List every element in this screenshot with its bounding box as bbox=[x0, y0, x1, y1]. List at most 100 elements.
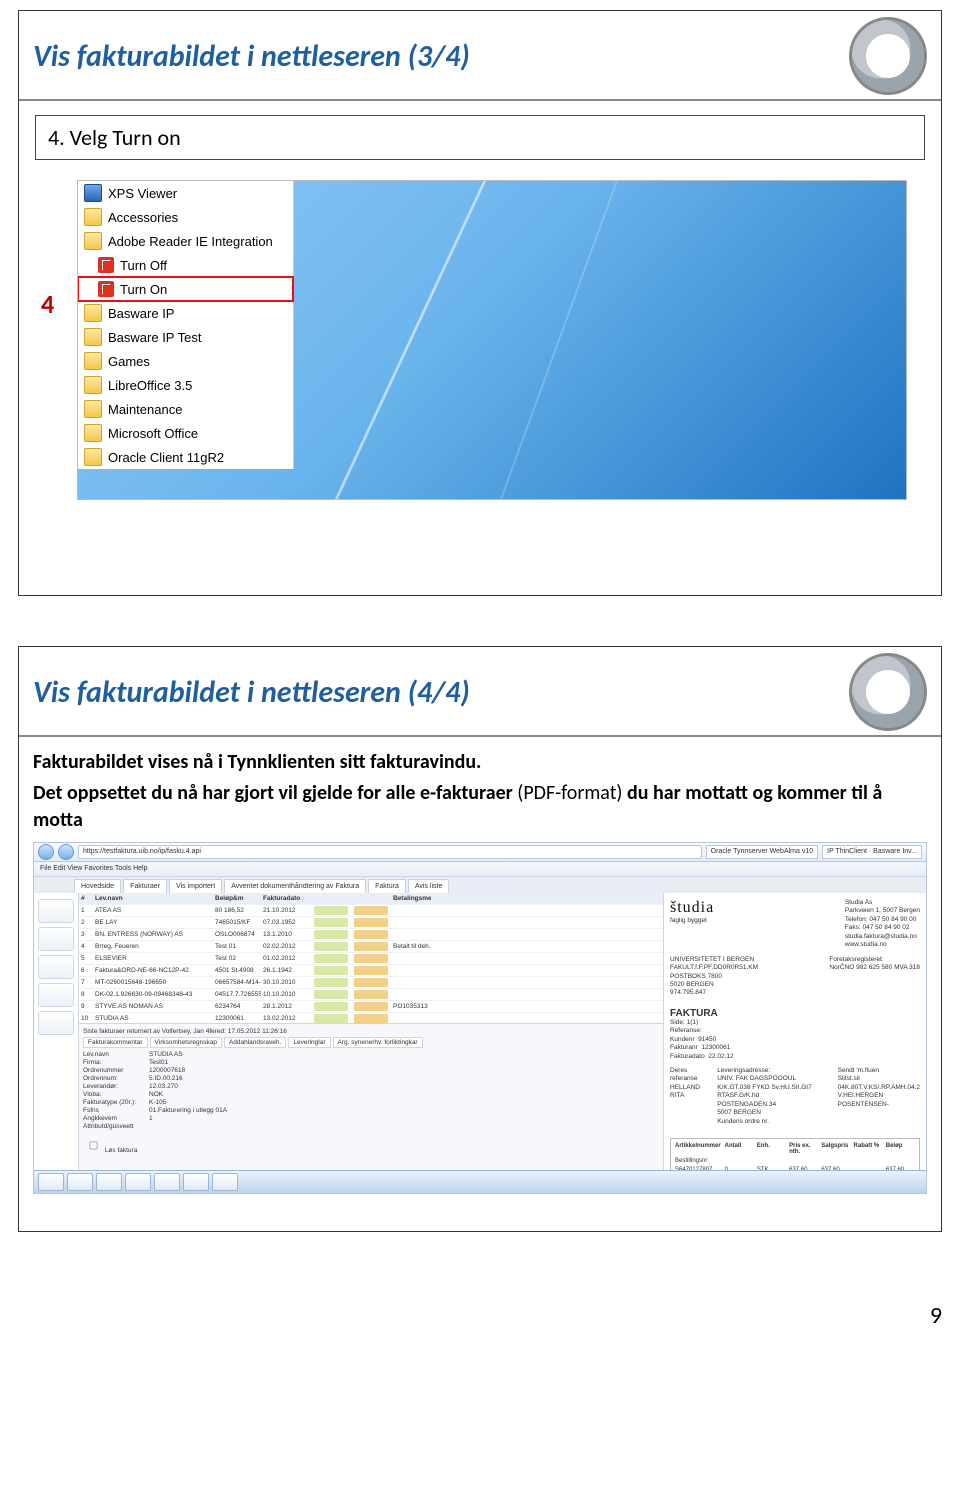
university-logo bbox=[849, 17, 927, 95]
taskbar-item[interactable] bbox=[38, 1173, 64, 1191]
instruction-text: 4. Velg Turn on bbox=[48, 124, 912, 151]
field-label: Lev.navn bbox=[83, 1051, 143, 1058]
detail-tab[interactable]: Arg. synenerhv. forliktingkar bbox=[333, 1037, 423, 1048]
screenshot-row: 4 XPS ViewerAccessoriesAdobe Reader IE I… bbox=[33, 180, 927, 500]
back-button[interactable] bbox=[38, 844, 54, 860]
menu-item-games[interactable]: Games bbox=[78, 349, 293, 373]
pdf-icon bbox=[98, 281, 114, 297]
toolbar-button[interactable] bbox=[38, 955, 74, 979]
field-value: K-105 bbox=[149, 1099, 659, 1106]
menu-item-microsoft-office[interactable]: Microsoft Office bbox=[78, 421, 293, 445]
browser-top: https://testfaktura.uib.no/ip/fasku.4.ap… bbox=[34, 843, 926, 862]
buyer-address: UNIVERSITETET I BERGENFAKULT.f.F.PF.DD0R… bbox=[670, 956, 758, 998]
loose-invoice-checkbox[interactable] bbox=[90, 1142, 98, 1150]
menu-item-adobe-reader-ie-integration[interactable]: Adobe Reader IE Integration bbox=[78, 229, 293, 253]
field-value: 1200007618 bbox=[149, 1067, 659, 1074]
menu-item-maintenance[interactable]: Maintenance bbox=[78, 397, 293, 421]
field-label: Fakturatype (20r.): bbox=[83, 1099, 143, 1106]
field-value: NOK bbox=[149, 1091, 659, 1098]
field-label: Firma: bbox=[83, 1059, 143, 1066]
toolbar-button[interactable] bbox=[38, 899, 74, 923]
checkbox-label: Løs faktura bbox=[105, 1147, 138, 1154]
field-label: Attributd/güsveett bbox=[83, 1123, 143, 1130]
invoice-grid[interactable]: #Lev.navnBeløp&mFakturadatoBetalingsmeld… bbox=[79, 893, 663, 1024]
app-tab[interactable]: Fakturaer bbox=[123, 879, 167, 894]
folder-icon bbox=[84, 232, 102, 250]
forward-button[interactable] bbox=[58, 844, 74, 860]
browser-menubar[interactable]: File Edit View Favorites Tools Help bbox=[34, 862, 926, 877]
menu-item-label: Adobe Reader IE Integration bbox=[108, 234, 273, 249]
folder-icon bbox=[84, 352, 102, 370]
folder-icon bbox=[84, 400, 102, 418]
folder-icon bbox=[84, 448, 102, 466]
menu-item-label: Turn Off bbox=[120, 258, 167, 273]
field-value bbox=[149, 1123, 659, 1130]
page-number: 9 bbox=[930, 1301, 942, 1330]
slide-body: Fakturabildet vises nå i Tynnklienten si… bbox=[19, 737, 941, 1231]
menu-item-oracle-client-11gr2[interactable]: Oracle Client 11gR2 bbox=[78, 445, 293, 469]
toolbar-button[interactable] bbox=[38, 983, 74, 1007]
field-label: Leverandør: bbox=[83, 1083, 143, 1090]
toolbar-button[interactable] bbox=[38, 927, 74, 951]
brand-subtitle: faglig bygget bbox=[670, 917, 714, 925]
app-tab[interactable]: Vis importert bbox=[169, 879, 222, 894]
field-label: Angkkevem bbox=[83, 1115, 143, 1122]
detail-fields: Lev.navnSTUDIA ASFirma:Test01Ordrenummer… bbox=[83, 1051, 659, 1130]
ship-info: Sendt 'm.fluenSlitst.sil04K.80T.V.KS/.RP… bbox=[838, 1067, 920, 1126]
app-tab[interactable]: Avis liste bbox=[408, 879, 450, 894]
field-value: STUDIA AS bbox=[149, 1051, 659, 1058]
menu-item-accessories[interactable]: Accessories bbox=[78, 205, 293, 229]
folder-icon bbox=[84, 376, 102, 394]
field-value: 1 bbox=[149, 1115, 659, 1122]
thinclient-screenshot: https://testfaktura.uib.no/ip/fasku.4.ap… bbox=[33, 842, 927, 1194]
menu-item-turn-off[interactable]: Turn Off bbox=[78, 253, 293, 277]
field-label: Vloba: bbox=[83, 1091, 143, 1098]
taskbar-item[interactable] bbox=[212, 1173, 238, 1191]
pdf-icon bbox=[98, 257, 114, 273]
folder-icon bbox=[84, 328, 102, 346]
taskbar-item[interactable] bbox=[125, 1173, 151, 1191]
taskbar-item[interactable] bbox=[183, 1173, 209, 1191]
slide-header: Vis fakturabildet i nettleseren (3/4) bbox=[19, 11, 941, 101]
app-tab[interactable]: Faktura bbox=[368, 879, 406, 894]
folder-icon bbox=[84, 304, 102, 322]
field-value: Test01 bbox=[149, 1059, 659, 1066]
slide-body: 4. Velg Turn on 4 XPS ViewerAccessoriesA… bbox=[19, 101, 941, 595]
detail-tab[interactable]: Fakturakommentar bbox=[83, 1037, 148, 1048]
menu-item-label: Basware IP Test bbox=[108, 330, 201, 345]
university-logo bbox=[849, 653, 927, 731]
folder-icon bbox=[84, 424, 102, 442]
xps-icon bbox=[84, 184, 102, 202]
menu-item-basware-ip[interactable]: Basware IP bbox=[78, 301, 293, 325]
invoice-preview: študia faglig bygget Studia AsParkveien … bbox=[664, 893, 926, 1193]
field-label: Ordrennum: bbox=[83, 1075, 143, 1082]
slide-2: Vis fakturabildet i nettleseren (4/4) Fa… bbox=[18, 646, 942, 1232]
toolbar-button[interactable] bbox=[38, 1011, 74, 1035]
detail-tab[interactable]: Virksomhetsregnskap bbox=[150, 1037, 222, 1048]
invoice-meta: Side: 1(1)Referanse:Kundenr 91450Faktura… bbox=[670, 1019, 920, 1061]
browser-tab-1[interactable]: Oracle Tynnserver WebAlma v10 bbox=[706, 845, 818, 859]
menu-item-label: LibreOffice 3.5 bbox=[108, 378, 192, 393]
detail-tab[interactable]: Addahlandsraveh. bbox=[224, 1037, 286, 1048]
menu-item-libreoffice-3-5[interactable]: LibreOffice 3.5 bbox=[78, 373, 293, 397]
address-bar[interactable]: https://testfaktura.uib.no/ip/fasku.4.ap… bbox=[78, 845, 702, 859]
browser-tab-2[interactable]: IP ThinClient · Basware Inv... bbox=[822, 845, 922, 859]
taskbar-item[interactable] bbox=[154, 1173, 180, 1191]
taskbar[interactable] bbox=[34, 1170, 926, 1193]
app-tab[interactable]: Hovedside bbox=[74, 879, 121, 894]
menu-item-xps-viewer[interactable]: XPS Viewer bbox=[78, 181, 293, 205]
detail-pane: Siste fakturaer returnert av Volfertsey,… bbox=[79, 1024, 663, 1193]
app-tab[interactable]: Avventet dokumenthåndtering av Faktura bbox=[224, 879, 366, 894]
field-value: 5.ID.00.216 bbox=[149, 1075, 659, 1082]
menu-item-basware-ip-test[interactable]: Basware IP Test bbox=[78, 325, 293, 349]
menu-item-label: Games bbox=[108, 354, 150, 369]
center-pane: #Lev.navnBeløp&mFakturadatoBetalingsmeld… bbox=[79, 893, 664, 1193]
start-menu[interactable]: XPS ViewerAccessories Adobe Reader IE Int… bbox=[78, 181, 294, 469]
detail-tab[interactable]: Leveringlar bbox=[288, 1037, 330, 1048]
left-toolbar bbox=[34, 893, 79, 1193]
taskbar-item[interactable] bbox=[67, 1173, 93, 1191]
taskbar-item[interactable] bbox=[96, 1173, 122, 1191]
slide-header: Vis fakturabildet i nettleseren (4/4) bbox=[19, 647, 941, 737]
status-line: Siste fakturaer returnert av Volfertsey,… bbox=[83, 1028, 659, 1035]
menu-item-turn-on[interactable]: Turn On bbox=[78, 277, 293, 301]
